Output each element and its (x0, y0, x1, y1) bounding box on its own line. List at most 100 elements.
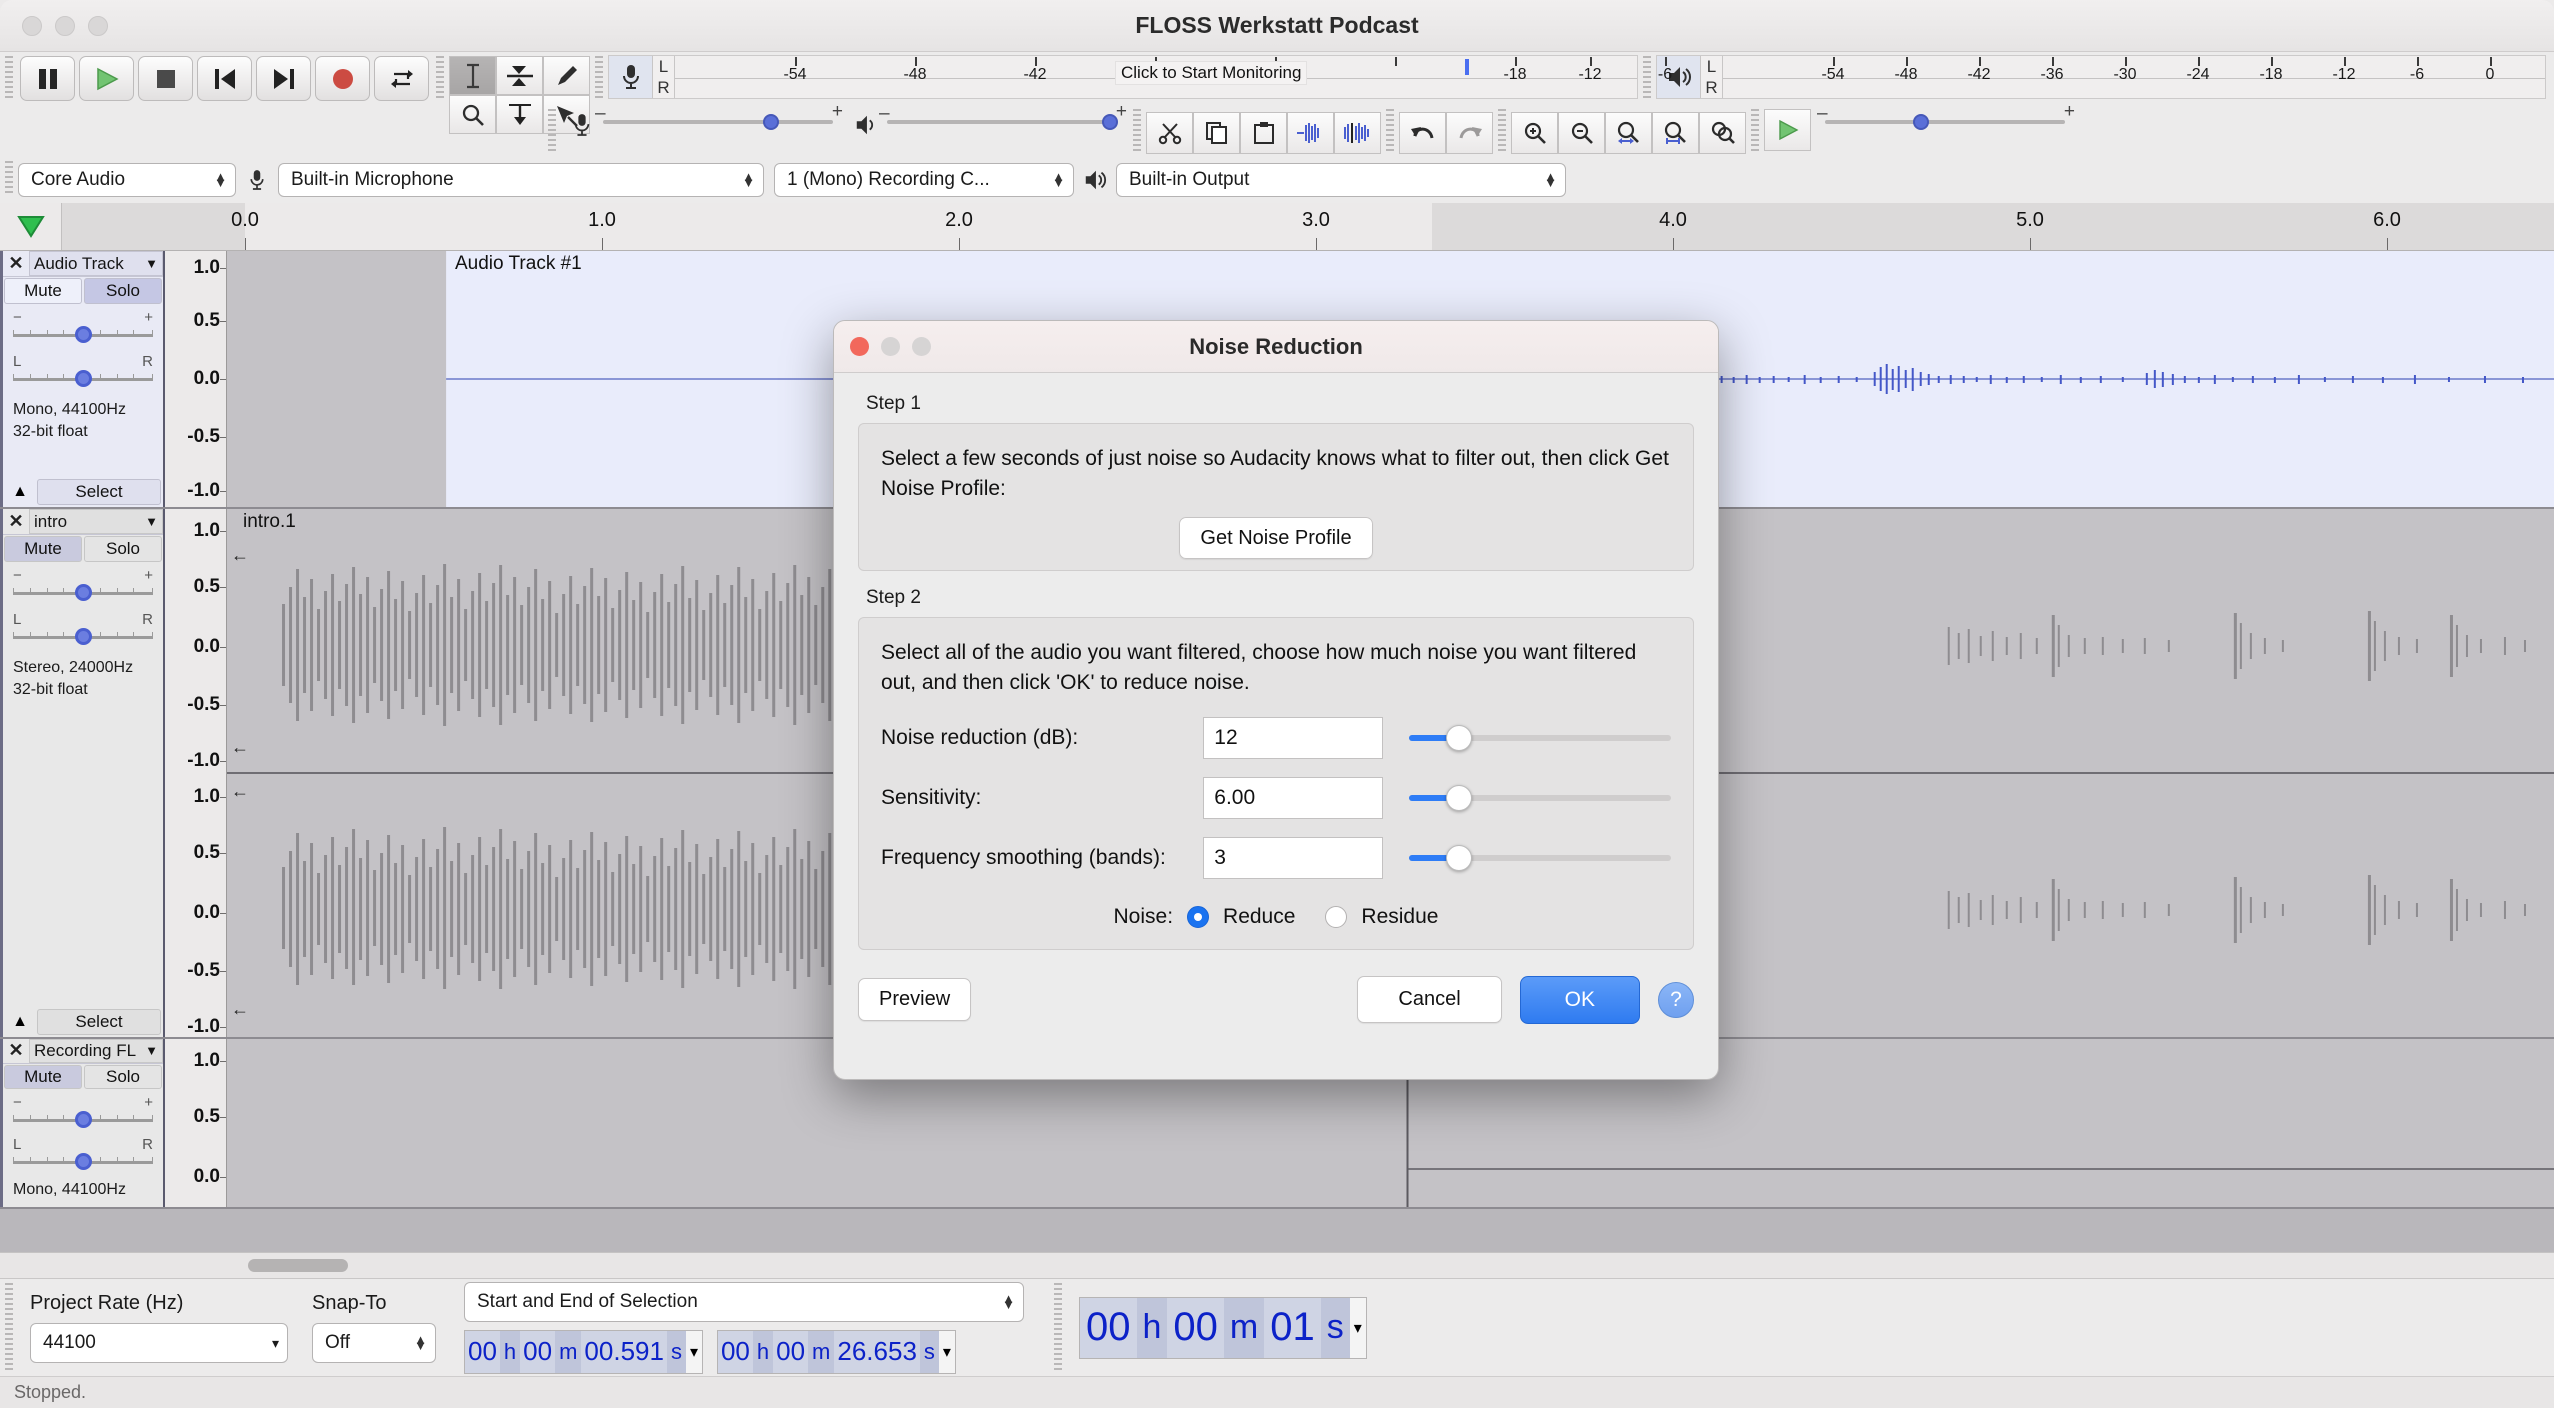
zoom-in-icon[interactable] (1511, 112, 1558, 154)
device-toolbar-grip[interactable] (3, 161, 15, 195)
input-device-select[interactable]: Built-in Microphone ▲ ▼ (278, 163, 764, 197)
recording-volume-knob[interactable] (763, 114, 779, 130)
tools-toolbar-grip[interactable] (434, 56, 446, 101)
start-monitoring-hint[interactable]: Click to Start Monitoring (1115, 61, 1308, 85)
sensitivity-slider[interactable] (1409, 783, 1671, 813)
loop-button[interactable] (374, 56, 429, 101)
close-window-button[interactable] (22, 15, 42, 36)
mute-button[interactable]: Mute (4, 536, 82, 562)
reduce-radio[interactable] (1187, 905, 1210, 928)
zoom-toggle-icon[interactable] (1699, 112, 1746, 154)
skip-to-end-button[interactable] (256, 56, 311, 101)
track-name-dropdown[interactable]: Audio Track ▼ (29, 251, 163, 276)
noise-reduction-slider[interactable] (1409, 723, 1671, 753)
position-seconds[interactable]: 01 (1264, 1297, 1321, 1358)
pinned-play-head-icon[interactable] (0, 203, 62, 250)
preview-button[interactable]: Preview (858, 978, 972, 1022)
ok-button[interactable]: OK (1519, 975, 1640, 1024)
horizontal-scrollbar[interactable] (0, 1252, 2554, 1278)
record-meter[interactable]: L R -54 -48 -42 -18 -12 -6 Click to Star… (608, 55, 1672, 99)
transport-toolbar-grip[interactable] (3, 56, 15, 101)
close-track-button[interactable]: ✕ (3, 509, 29, 534)
mute-button[interactable]: Mute (4, 1064, 82, 1089)
audio-position-time[interactable]: 00 h 00 m 01 s ▾ (1079, 1296, 1367, 1359)
pan-slider-knob[interactable] (75, 628, 92, 645)
play-at-speed-grip[interactable] (1749, 109, 1761, 153)
solo-button[interactable]: Solo (84, 536, 162, 562)
redo-icon[interactable] (1446, 112, 1493, 154)
collapse-track-button[interactable]: ▲ (7, 1013, 33, 1031)
frequency-smoothing-slider[interactable] (1409, 843, 1671, 873)
clip-scroll-left-icon[interactable]: ← (231, 781, 249, 802)
end-time-dropdown-icon[interactable]: ▾ (938, 1330, 955, 1373)
record-meter-bars[interactable]: -54 -48 -42 -18 -12 -6 Click to Start Mo… (675, 56, 1672, 98)
playback-speed-knob[interactable] (1913, 114, 1929, 130)
pan-slider-knob[interactable] (75, 1152, 92, 1170)
draw-tool-button[interactable] (543, 56, 590, 95)
start-seconds[interactable]: 00.591 (581, 1330, 667, 1373)
pan-slider[interactable]: L R (13, 611, 153, 651)
selection-start-time[interactable]: 00 h 00 m 00.591 s ▾ (464, 1329, 703, 1374)
undo-toolbar-grip[interactable] (1384, 109, 1396, 153)
play-at-speed-button[interactable] (1764, 109, 1811, 151)
position-dropdown-icon[interactable]: ▾ (1349, 1297, 1366, 1358)
vertical-ruler[interactable]: 1.0 0.5 0.0 (165, 1039, 227, 1207)
collapse-track-button[interactable]: ▲ (7, 483, 33, 501)
clip-scroll-left-icon[interactable]: ← (231, 545, 249, 566)
close-track-button[interactable]: ✕ (3, 1039, 29, 1063)
vertical-ruler[interactable]: 1.0 0.5 0.0 -0.5 -1.0 (165, 251, 227, 507)
clip-scroll-left-icon[interactable]: ← (231, 999, 249, 1020)
clip-scroll-left-icon[interactable]: ← (231, 737, 249, 758)
play-meter-grip[interactable] (1641, 56, 1653, 101)
pan-slider[interactable]: L R (13, 353, 153, 393)
get-noise-profile-button[interactable]: Get Noise Profile (1179, 516, 1373, 559)
start-hours[interactable]: 00 (465, 1330, 500, 1373)
start-time-dropdown-icon[interactable]: ▾ (685, 1330, 702, 1373)
horizontal-scrollbar-thumb[interactable] (248, 1259, 348, 1272)
gain-slider[interactable]: − + (13, 1094, 153, 1132)
cancel-button[interactable]: Cancel (1357, 976, 1502, 1024)
record-meter-grip[interactable] (593, 56, 605, 101)
close-track-button[interactable]: ✕ (3, 251, 29, 276)
silence-audio-icon[interactable] (1334, 112, 1381, 154)
paste-icon[interactable] (1240, 112, 1287, 154)
start-minutes[interactable]: 00 (520, 1330, 556, 1373)
gain-slider-knob[interactable] (75, 1110, 92, 1128)
pan-slider-knob[interactable] (75, 370, 92, 387)
end-minutes[interactable]: 00 (773, 1330, 809, 1373)
microphone-icon[interactable] (609, 56, 653, 98)
time-toolbar-grip[interactable] (1052, 1283, 1064, 1372)
gain-slider[interactable]: − + (13, 309, 153, 349)
noise-reduction-input[interactable] (1203, 716, 1384, 759)
gain-slider-rail[interactable] (13, 1110, 153, 1128)
window-controls[interactable] (22, 15, 108, 36)
solo-button[interactable]: Solo (84, 1064, 162, 1089)
selection-tool-button[interactable] (449, 56, 496, 95)
residue-radio[interactable] (1325, 905, 1348, 928)
gain-slider-knob[interactable] (75, 584, 92, 601)
stop-button[interactable] (138, 56, 193, 101)
play-meter[interactable]: L R -54 -48 -42 -36 -30 -24 -18 -12 -6 0 (1656, 55, 2546, 99)
position-minutes[interactable]: 00 (1167, 1297, 1224, 1358)
end-seconds[interactable]: 26.653 (834, 1330, 920, 1373)
playback-speed-slider[interactable]: – + (1817, 101, 2075, 139)
snap-to-select[interactable]: Off ▲ ▼ (312, 1323, 436, 1363)
pan-slider-rail[interactable] (13, 1152, 153, 1170)
end-hours[interactable]: 00 (717, 1330, 753, 1373)
pan-slider-rail[interactable] (13, 627, 153, 645)
mixer-toolbar-grip[interactable] (546, 109, 558, 153)
play-button[interactable] (79, 56, 134, 101)
timeline-ruler[interactable]: 0.0 1.0 2.0 3.0 4.0 5.0 6.0 (0, 203, 2554, 251)
record-button[interactable] (315, 56, 370, 101)
frequency-smoothing-input[interactable] (1203, 836, 1384, 879)
output-device-select[interactable]: Built-in Output ▲ ▼ (1116, 163, 1566, 197)
selection-end-time[interactable]: 00 h 00 m 26.653 s ▾ (716, 1329, 956, 1374)
selection-toolbar-grip[interactable] (3, 1283, 15, 1372)
help-button[interactable]: ? (1658, 981, 1694, 1018)
envelope-tool-button[interactable] (496, 56, 543, 95)
edit-toolbar-grip[interactable] (1131, 109, 1143, 153)
undo-icon[interactable] (1399, 112, 1446, 154)
fit-project-icon[interactable] (1652, 112, 1699, 154)
zoom-toolbar-grip[interactable] (1496, 109, 1508, 153)
play-meter-bars[interactable]: -54 -48 -42 -36 -30 -24 -18 -12 -6 0 (1723, 56, 2545, 98)
